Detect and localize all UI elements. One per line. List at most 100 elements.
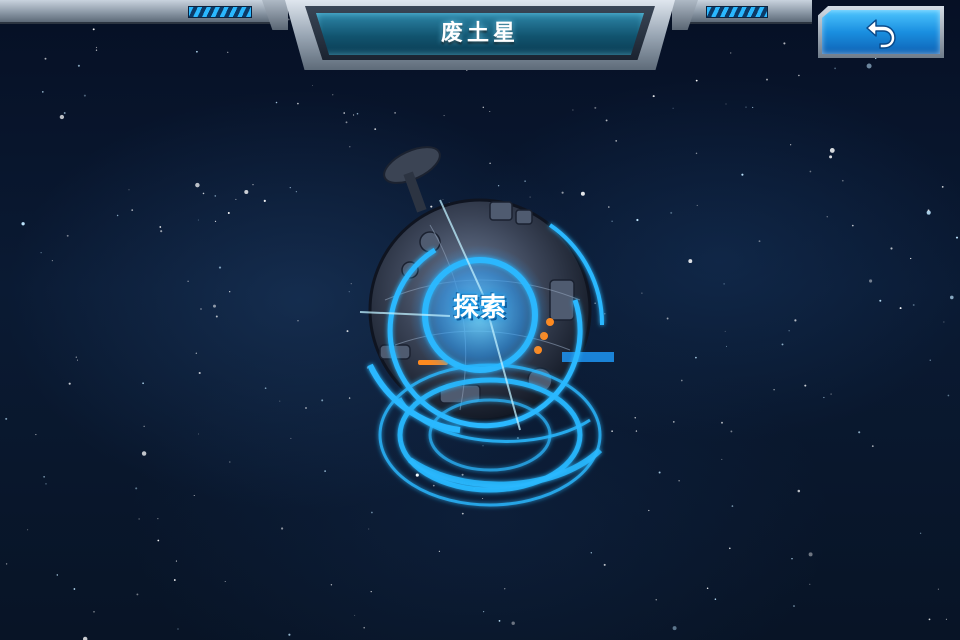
star (443, 115, 445, 117)
star (324, 470, 326, 472)
star (138, 518, 140, 520)
star (937, 588, 939, 590)
star (641, 292, 643, 294)
star (851, 224, 854, 227)
star (56, 574, 59, 576)
star (43, 476, 45, 478)
star (197, 433, 199, 435)
star (793, 605, 795, 607)
star (21, 222, 25, 226)
star (945, 618, 947, 620)
star (195, 352, 197, 354)
star (187, 280, 189, 282)
top-bar: 废土星 (0, 0, 960, 70)
star (142, 382, 144, 385)
star (252, 184, 254, 186)
star (394, 112, 396, 114)
star (195, 182, 200, 188)
star (295, 191, 297, 193)
star (695, 152, 698, 155)
rail-stripes-right (706, 6, 768, 18)
star (229, 461, 231, 463)
star (202, 192, 205, 195)
satellite-dish (383, 146, 441, 213)
star (5, 563, 8, 565)
star (672, 626, 677, 631)
star (66, 234, 69, 237)
star (672, 421, 675, 423)
star (343, 112, 345, 114)
star (829, 147, 835, 153)
star (363, 626, 366, 629)
star (157, 539, 160, 542)
star (910, 257, 912, 260)
star (955, 236, 959, 239)
star (244, 189, 249, 195)
star (264, 387, 267, 390)
rail-stripes-left (188, 6, 252, 18)
star (288, 633, 291, 636)
star (356, 112, 359, 115)
star (229, 291, 231, 293)
star (790, 144, 792, 146)
star (160, 230, 163, 233)
planet-title: 废土星 (440, 21, 519, 46)
explore-button[interactable]: 探索 (425, 272, 535, 362)
undo-arrow-icon (866, 19, 896, 49)
star (752, 106, 754, 108)
star (721, 458, 723, 460)
star (808, 552, 813, 557)
star (655, 599, 657, 601)
star (658, 471, 661, 474)
star (27, 529, 29, 531)
star (726, 345, 727, 347)
star (511, 621, 515, 625)
star (93, 611, 95, 613)
star (290, 437, 292, 439)
star (781, 343, 784, 346)
star (482, 106, 485, 109)
hud-side-panel (562, 352, 614, 362)
star (879, 299, 882, 302)
star (773, 388, 775, 391)
star (51, 260, 53, 262)
star (724, 330, 726, 332)
star (741, 173, 744, 176)
star (275, 101, 278, 104)
star (200, 308, 202, 310)
star (483, 611, 485, 613)
star (76, 359, 78, 361)
star (899, 307, 902, 310)
star (218, 266, 222, 269)
star (791, 558, 793, 560)
star (696, 204, 698, 206)
back-button[interactable] (818, 6, 944, 58)
star (5, 417, 8, 420)
star (297, 319, 299, 322)
star (141, 451, 147, 456)
star (943, 321, 945, 323)
star (75, 356, 77, 358)
star (40, 252, 42, 254)
star (830, 393, 832, 395)
star (35, 434, 37, 436)
star (143, 425, 145, 427)
star (695, 79, 698, 82)
explore-label: 探索 (452, 293, 507, 323)
star (215, 315, 218, 318)
star (131, 209, 134, 211)
star (797, 489, 801, 493)
star (572, 109, 574, 111)
star (504, 588, 506, 590)
star (680, 379, 683, 382)
star (871, 445, 874, 447)
star (279, 400, 281, 402)
star (927, 209, 930, 212)
star (723, 283, 725, 285)
star (498, 620, 501, 622)
star (809, 170, 812, 173)
star (157, 518, 159, 520)
star (173, 579, 176, 581)
star (826, 216, 828, 218)
star (670, 211, 673, 214)
